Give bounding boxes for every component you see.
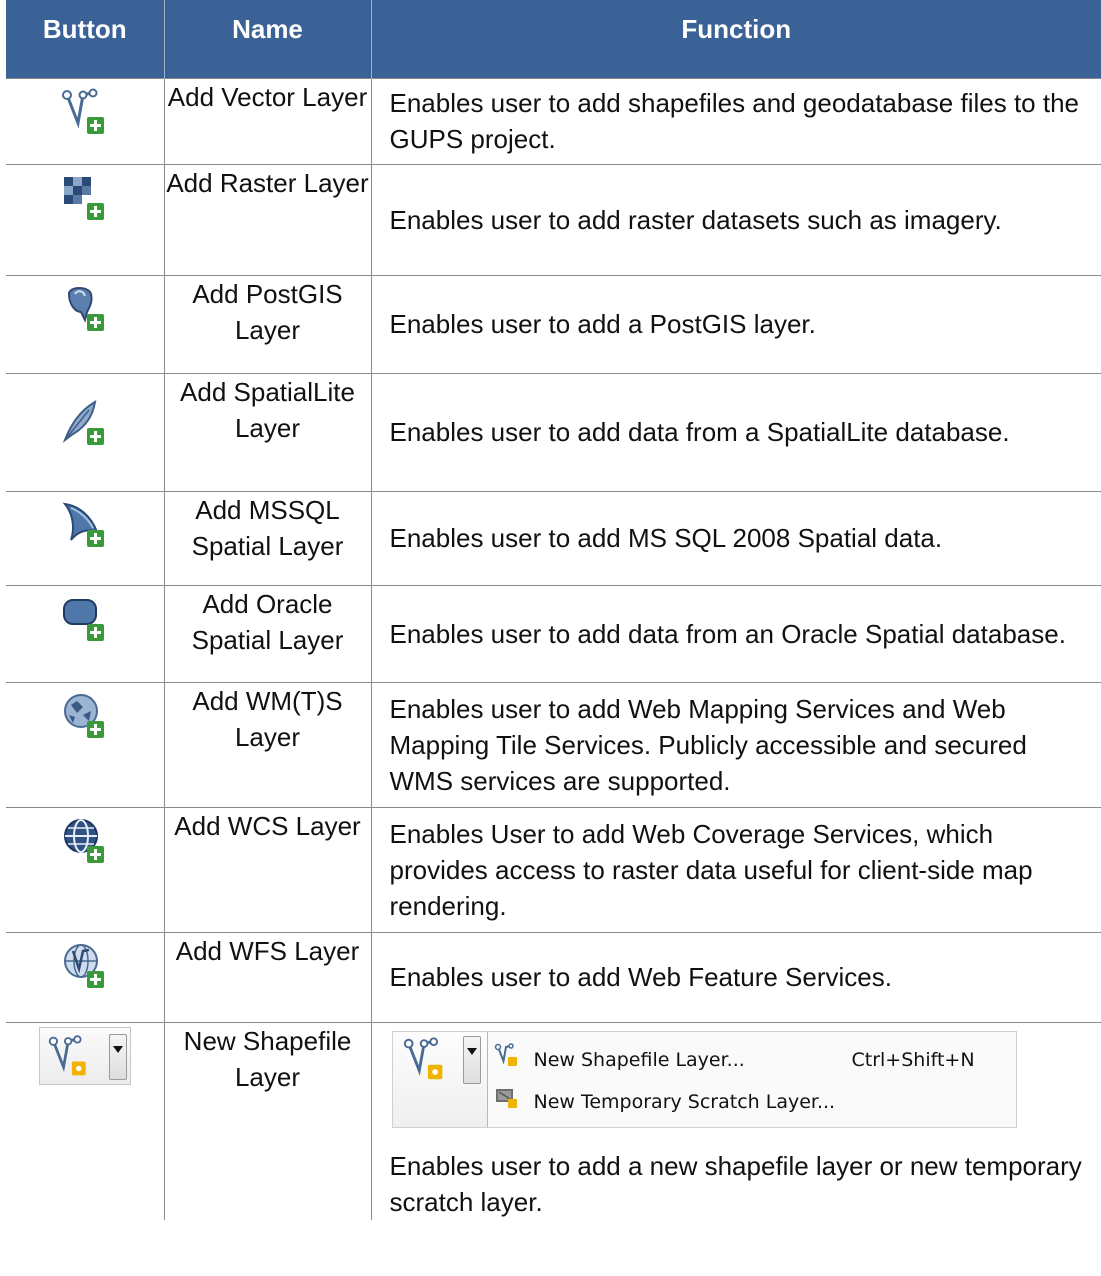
function-cell: Enables user to add MS SQL 2008 Spatial … (371, 490, 1101, 585)
add-spatialite-layer-icon[interactable] (59, 399, 111, 454)
name-cell: Add SpatialLite Layer (164, 372, 372, 491)
name-cell: Add WM(T)S Layer (164, 681, 372, 807)
function-cell: Enables user to add Web Feature Services… (371, 931, 1101, 1022)
button-cell (6, 1021, 165, 1220)
new-shapefile-icon (494, 1042, 520, 1080)
name-cell: Add MSSQL Spatial Layer (164, 490, 372, 585)
scratch-layer-icon (494, 1084, 520, 1122)
header-button: Button (6, 0, 165, 78)
add-wmts-layer-icon[interactable] (59, 693, 111, 747)
table-row: Add Raster Layer Enables user to add ras… (6, 163, 1101, 275)
add-mssql-layer-icon[interactable] (59, 502, 111, 556)
name-cell: Add WFS Layer (164, 931, 372, 1022)
function-cell: Enables user to add raster datasets such… (371, 163, 1101, 275)
button-cell (6, 372, 165, 491)
new-shapefile-layer-button[interactable] (38, 1026, 131, 1085)
function-cell: Enables user to add data from an Oracle … (371, 584, 1101, 682)
button-cell (6, 274, 165, 373)
new-shapefile-layer-icon (401, 1034, 451, 1094)
menu-item-label: New Shapefile Layer... (533, 1048, 745, 1071)
new-layer-menu-screenshot: New Shapefile Layer... Ctrl+Shift+N New … (391, 1030, 1017, 1128)
dropdown-arrow-button[interactable] (108, 1033, 127, 1080)
function-cell: Enables user to add shapefiles and geoda… (371, 77, 1101, 164)
name-cell: Add Raster Layer (164, 163, 372, 275)
add-wfs-layer-icon[interactable] (59, 943, 111, 997)
button-cell (6, 77, 165, 164)
function-description: Enables user to add a new shapefile laye… (389, 1150, 1082, 1217)
add-oracle-layer-icon[interactable] (59, 598, 111, 650)
header-function: Function (371, 0, 1101, 78)
table-row: Add WM(T)S Layer Enables user to add Web… (6, 681, 1101, 807)
menu-item-new-scratch-layer[interactable]: New Temporary Scratch Layer... (488, 1078, 1016, 1114)
table-row: Add WCS Layer Enables User to add Web Co… (6, 806, 1101, 932)
button-cell (6, 681, 165, 807)
button-cell (6, 584, 165, 682)
menu-item-new-shapefile[interactable]: New Shapefile Layer... Ctrl+Shift+N (488, 1036, 1016, 1072)
add-wcs-layer-icon[interactable] (59, 818, 111, 872)
button-cell (6, 931, 165, 1022)
menu-shapefile-button[interactable] (392, 1031, 487, 1127)
button-cell (6, 806, 165, 932)
table-row: New Shapefile Layer New Shapefile Layer.… (6, 1021, 1101, 1220)
dropdown-arrow-button[interactable] (462, 1035, 481, 1084)
name-cell: Add Vector Layer (164, 77, 372, 164)
new-shapefile-layer-icon (46, 1032, 94, 1089)
dropdown-menu: New Shapefile Layer... Ctrl+Shift+N New … (486, 1031, 1016, 1127)
function-cell: Enables user to add Web Mapping Services… (371, 681, 1101, 807)
table-row: Add PostGIS Layer Enables user to add a … (6, 274, 1101, 373)
function-cell: Enables User to add Web Coverage Service… (371, 806, 1101, 932)
function-cell: New Shapefile Layer... Ctrl+Shift+N New … (371, 1021, 1101, 1220)
table-row: Add Oracle Spatial Layer Enables user to… (6, 584, 1101, 682)
table-row: Add Vector Layer Enables user to add sha… (6, 77, 1101, 164)
function-cell: Enables user to add a PostGIS layer. (371, 274, 1101, 373)
add-postgis-layer-icon[interactable] (59, 286, 111, 340)
button-cell (6, 490, 165, 585)
menu-item-label: New Temporary Scratch Layer... (533, 1090, 836, 1113)
name-cell: Add Oracle Spatial Layer (164, 584, 372, 682)
header-row: Button Name Function (6, 0, 1101, 78)
table-row: Add WFS Layer Enables user to add Web Fe… (6, 931, 1101, 1022)
add-raster-layer-icon[interactable] (59, 176, 111, 229)
toolbar-reference-table: Button Name Function Add Vector Layer En… (6, 0, 1101, 1220)
add-vector-layer-icon[interactable] (59, 88, 111, 143)
header-name: Name (164, 0, 372, 78)
menu-item-shortcut: Ctrl+Shift+N (851, 1048, 975, 1071)
table-row: Add MSSQL Spatial Layer Enables user to … (6, 490, 1101, 585)
name-cell: New Shapefile Layer (164, 1021, 372, 1220)
table-row: Add SpatialLite Layer Enables user to ad… (6, 372, 1101, 491)
function-cell: Enables user to add data from a SpatialL… (371, 372, 1101, 491)
button-cell (6, 163, 165, 275)
name-cell: Add PostGIS Layer (164, 274, 372, 373)
name-cell: Add WCS Layer (164, 806, 372, 932)
